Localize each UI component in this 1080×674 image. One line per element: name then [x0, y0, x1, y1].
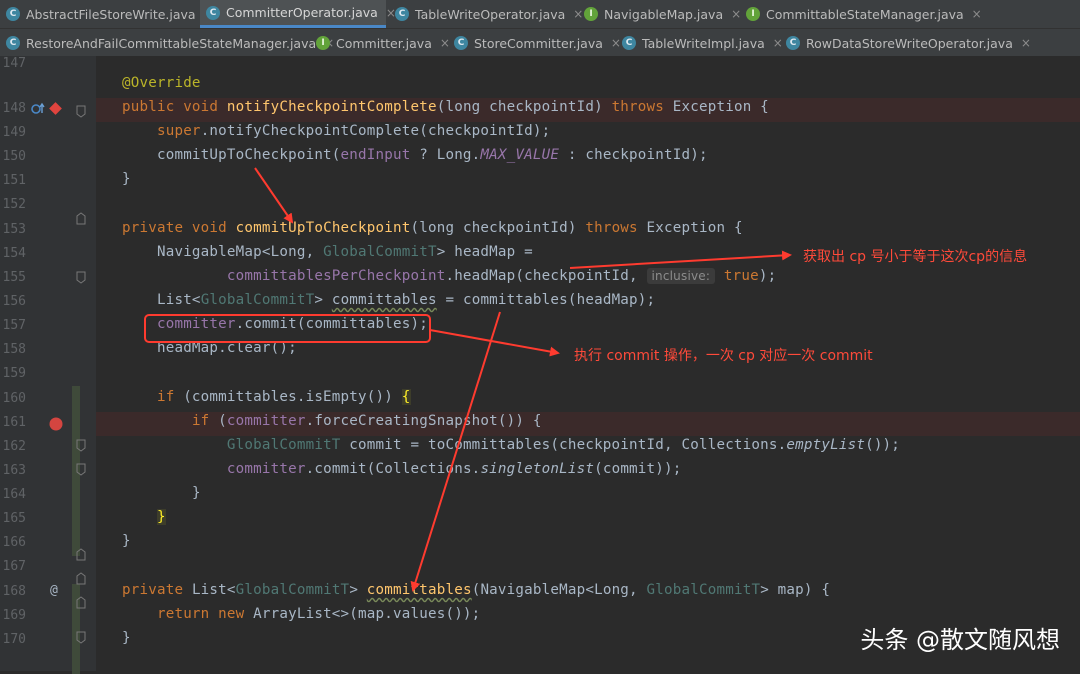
- watermark: 头条 @散文随风想: [860, 626, 1060, 654]
- arrow: [254, 167, 294, 224]
- arrow: [569, 250, 792, 269]
- annotation-note-1: 获取出 cp 号小于等于这次cp的信息: [803, 249, 1028, 265]
- annotation-overlay: [144, 167, 792, 592]
- arrow: [410, 311, 501, 592]
- annotation-note-2: 执行 commit 操作，一次 cp 对应一次 commit: [574, 348, 873, 364]
- highlight-box: [144, 314, 431, 343]
